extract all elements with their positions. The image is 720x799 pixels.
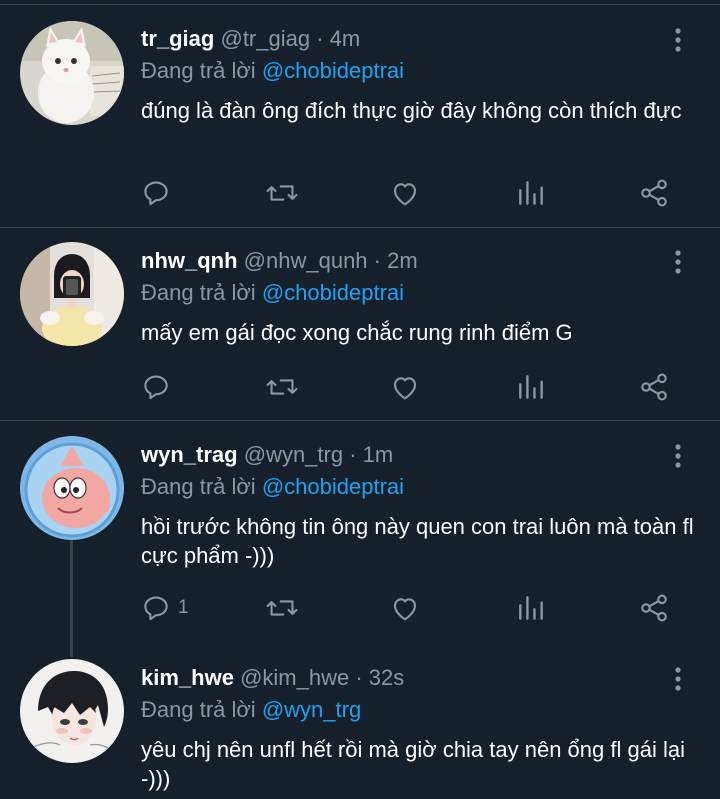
- tweet[interactable]: wyn_trag @wyn_trg · 1m Đang trả lời @cho…: [0, 421, 720, 657]
- separator-dot: ·: [349, 442, 357, 467]
- like-icon: [389, 177, 421, 209]
- share-button[interactable]: [638, 592, 670, 624]
- reply-icon: [140, 592, 172, 624]
- share-icon: [638, 177, 670, 209]
- timestamp[interactable]: 32s: [369, 665, 404, 690]
- more-vertical-icon[interactable]: [666, 26, 690, 54]
- tweet-text: đúng là đàn ông đích thực giờ đây không …: [141, 98, 682, 123]
- retweet-icon: [265, 371, 299, 403]
- tweet-header: nhw_qnh @nhw_qunh · 2m: [141, 247, 418, 275]
- analytics-button[interactable]: [515, 371, 547, 403]
- tweet-text: hồi trước không tin ông này quen con tra…: [141, 514, 694, 568]
- retweet-button[interactable]: [265, 177, 299, 209]
- tweet-header: wyn_trag @wyn_trg · 1m: [141, 441, 393, 469]
- reply-count: 1: [178, 597, 189, 618]
- share-icon: [638, 371, 670, 403]
- separator-dot: ·: [373, 248, 381, 273]
- analytics-button[interactable]: [515, 592, 547, 624]
- username[interactable]: @wyn_trg: [244, 442, 343, 467]
- share-icon: [638, 592, 670, 624]
- tweet-text: mấy em gái đọc xong chắc rung rinh điểm …: [141, 320, 573, 345]
- analytics-icon: [515, 592, 547, 624]
- reply-button[interactable]: [140, 177, 178, 209]
- more-vertical-icon[interactable]: [666, 442, 690, 470]
- retweet-button[interactable]: [265, 592, 299, 624]
- avatar[interactable]: [20, 21, 124, 125]
- more-vertical-icon[interactable]: [666, 665, 690, 693]
- replying-to-label: Đang trả lời: [141, 697, 256, 722]
- retweet-icon: [265, 177, 299, 209]
- separator-dot: ·: [355, 665, 363, 690]
- like-button[interactable]: [389, 177, 421, 209]
- reply-mention-link[interactable]: @wyn_trg: [262, 697, 361, 722]
- avatar[interactable]: [20, 242, 124, 346]
- analytics-icon: [515, 371, 547, 403]
- replying-to: Đang trả lời @chobideptrai: [141, 279, 404, 307]
- tweet[interactable]: kim_hwe @kim_hwe · 32s Đang trả lời @wyn…: [0, 657, 720, 799]
- reply-icon: [140, 177, 172, 209]
- reply-mention-link[interactable]: @chobideptrai: [262, 474, 404, 499]
- like-icon: [389, 371, 421, 403]
- tweet[interactable]: nhw_qnh @nhw_qunh · 2m Đang trả lời @cho…: [0, 228, 720, 420]
- username[interactable]: @tr_giag: [220, 26, 310, 51]
- tweet-actions: [0, 177, 720, 209]
- more-vertical-icon[interactable]: [666, 248, 690, 276]
- share-button[interactable]: [638, 177, 670, 209]
- display-name[interactable]: kim_hwe: [141, 665, 234, 690]
- reply-button[interactable]: [140, 371, 178, 403]
- retweet-icon: [265, 592, 299, 624]
- replying-to: Đang trả lời @chobideptrai: [141, 473, 404, 501]
- timestamp[interactable]: 1m: [363, 442, 394, 467]
- avatar[interactable]: [20, 659, 124, 763]
- share-button[interactable]: [638, 371, 670, 403]
- replying-to-label: Đang trả lời: [141, 474, 256, 499]
- separator-dot: ·: [316, 26, 324, 51]
- username[interactable]: @nhw_qunh: [244, 248, 368, 273]
- timestamp[interactable]: 4m: [330, 26, 361, 51]
- like-button[interactable]: [389, 592, 421, 624]
- reply-mention-link[interactable]: @chobideptrai: [262, 58, 404, 83]
- display-name[interactable]: wyn_trag: [141, 442, 238, 467]
- retweet-button[interactable]: [265, 371, 299, 403]
- tweet-actions: [0, 371, 720, 403]
- reply-mention-link[interactable]: @chobideptrai: [262, 280, 404, 305]
- username[interactable]: @kim_hwe: [240, 665, 349, 690]
- replying-to: Đang trả lời @chobideptrai: [141, 57, 404, 85]
- tweet-header: tr_giag @tr_giag · 4m: [141, 25, 360, 53]
- tweet[interactable]: tr_giag @tr_giag · 4m Đang trả lời @chob…: [0, 0, 720, 227]
- analytics-button[interactable]: [515, 177, 547, 209]
- tweet-text: yêu chj nên unfl hết rồi mà giờ chia tay…: [141, 737, 685, 791]
- avatar[interactable]: [20, 436, 124, 540]
- replying-to: Đang trả lời @wyn_trg: [141, 696, 361, 724]
- tweet-actions: 1: [0, 592, 720, 624]
- like-button[interactable]: [389, 371, 421, 403]
- replying-to-label: Đang trả lời: [141, 280, 256, 305]
- replying-to-label: Đang trả lời: [141, 58, 256, 83]
- display-name[interactable]: tr_giag: [141, 26, 214, 51]
- tweet-header: kim_hwe @kim_hwe · 32s: [141, 664, 404, 692]
- reply-button[interactable]: 1: [140, 592, 189, 624]
- analytics-icon: [515, 177, 547, 209]
- like-icon: [389, 592, 421, 624]
- display-name[interactable]: nhw_qnh: [141, 248, 238, 273]
- reply-icon: [140, 371, 172, 403]
- timestamp[interactable]: 2m: [387, 248, 418, 273]
